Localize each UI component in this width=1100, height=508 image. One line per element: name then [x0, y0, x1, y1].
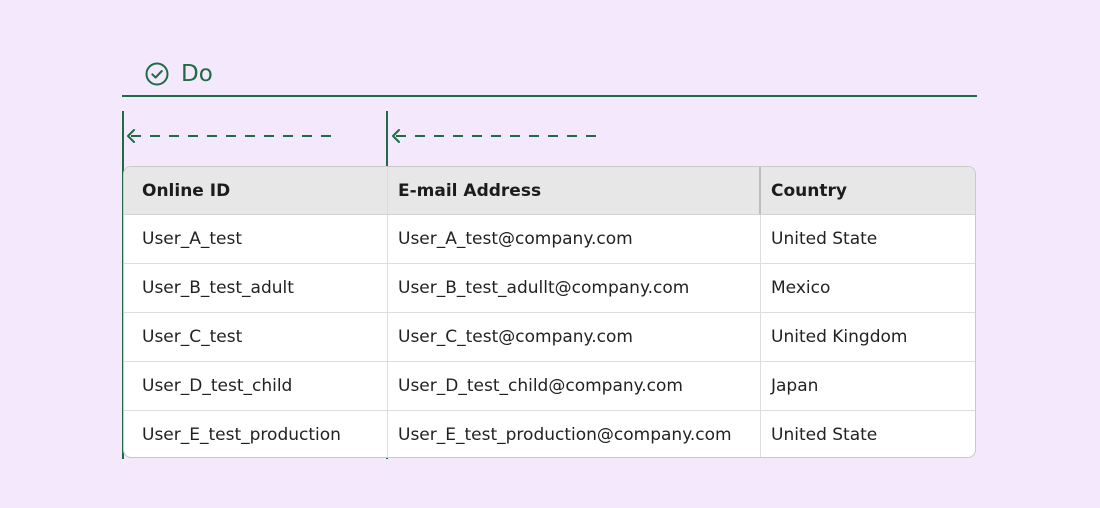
cell-online-id: User_D_test_child [124, 362, 388, 410]
table-row: User_D_test_child User_D_test_child@comp… [124, 362, 975, 411]
cell-email: User_D_test_child@company.com [388, 362, 761, 410]
cell-country: Japan [771, 376, 819, 396]
table-row: User_A_test User_A_test@company.com Unit… [124, 215, 975, 264]
cell-country: United State [771, 424, 878, 445]
cell-online-id: User_A_test [124, 215, 388, 263]
cell-email: User_A_test@company.com [388, 215, 761, 263]
cell-country: United Kingdom [771, 327, 908, 347]
header-online-id: Online ID [124, 167, 388, 214]
header-country: Country [771, 180, 847, 201]
cell-email: User_E_test_production@company.com [388, 411, 761, 457]
cell-online-id: User_C_test [124, 313, 388, 361]
cell-online-id: User_B_test_adult [124, 264, 388, 312]
cell-online-id: User_E_test_production [124, 411, 388, 457]
table-header-row: Online ID E-mail Address Country [124, 167, 975, 215]
cell-country: Mexico [771, 278, 831, 298]
cell-email: User_B_test_adullt@company.com [388, 264, 761, 312]
table-row: User_C_test User_C_test@company.com Unit… [124, 313, 975, 362]
user-table: Online ID E-mail Address Country User_A_… [123, 166, 976, 458]
cell-email: User_C_test@company.com [388, 313, 761, 361]
table-row: User_B_test_adult User_B_test_adullt@com… [124, 264, 975, 313]
cell-country: United State [771, 229, 878, 249]
header-email-address: E-mail Address [388, 167, 761, 214]
table-row: User_E_test_production User_E_test_produ… [124, 411, 975, 457]
